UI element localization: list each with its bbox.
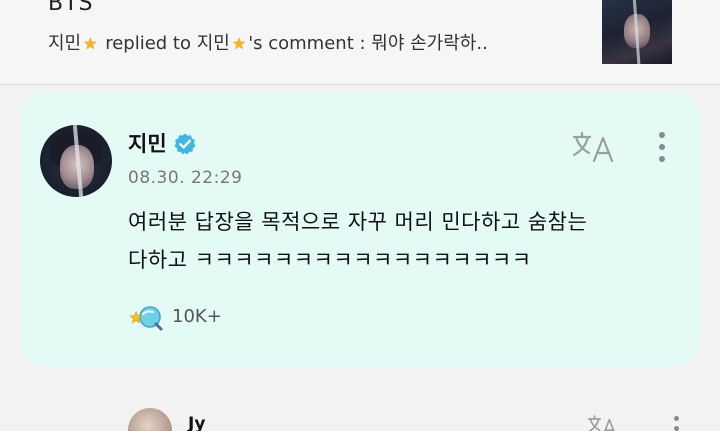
group-name: BTS — [48, 0, 94, 16]
action-text: replied to — [99, 33, 197, 54]
comment-preview: 's comment : 뭐야 손가락하.. — [248, 33, 488, 54]
star-icon: ★ — [83, 34, 98, 53]
avatar[interactable] — [40, 125, 112, 197]
star-icon: ★ — [231, 34, 247, 53]
notification-header[interactable]: BTS 지민 ★ replied to 지민 ★'s comment : 뭐야 손가… — [0, 0, 720, 85]
author-name[interactable]: 지민 — [128, 128, 167, 158]
comment-timestamp: 08.30. 22:29 — [128, 168, 243, 188]
comment-body: 여러분 답장을 목적으로 자꾸 머리 민다하고 숨참는 다하고 ㅋㅋㅋㅋㅋㅋㅋㅋ… — [128, 203, 658, 279]
translate-icon[interactable] — [572, 130, 616, 164]
like-reaction-icon[interactable] — [129, 302, 165, 332]
comment-card: 지민 08.30. 22:29 여러분 답장을 목적으로 자꾸 머리 민다하고 … — [20, 92, 700, 366]
post-thumbnail[interactable] — [602, 0, 672, 64]
avatar[interactable] — [128, 408, 172, 431]
more-vertical-icon[interactable] — [656, 132, 668, 166]
verified-badge-icon — [174, 133, 196, 155]
comment-line: 다하고 ㅋㅋㅋㅋㅋㅋㅋㅋㅋㅋㅋㅋㅋㅋㅋㅋㅋ — [128, 248, 532, 272]
comment-line: 여러분 답장을 목적으로 자꾸 머리 민다하고 숨참는 — [128, 210, 588, 234]
translate-icon[interactable] — [585, 414, 621, 431]
notification-text: 지민 ★ replied to 지민 ★'s comment : 뭐야 손가락하.. — [48, 29, 488, 55]
comment-thread-screen: BTS 지민 ★ replied to 지민 ★'s comment : 뭐야 손가… — [0, 0, 720, 431]
actor-name: 지민 — [48, 33, 82, 54]
target-name: 지민 — [196, 33, 230, 54]
author-name[interactable]: Jy — [188, 414, 205, 431]
more-vertical-icon[interactable] — [672, 416, 680, 431]
like-count: 10K+ — [172, 306, 222, 327]
